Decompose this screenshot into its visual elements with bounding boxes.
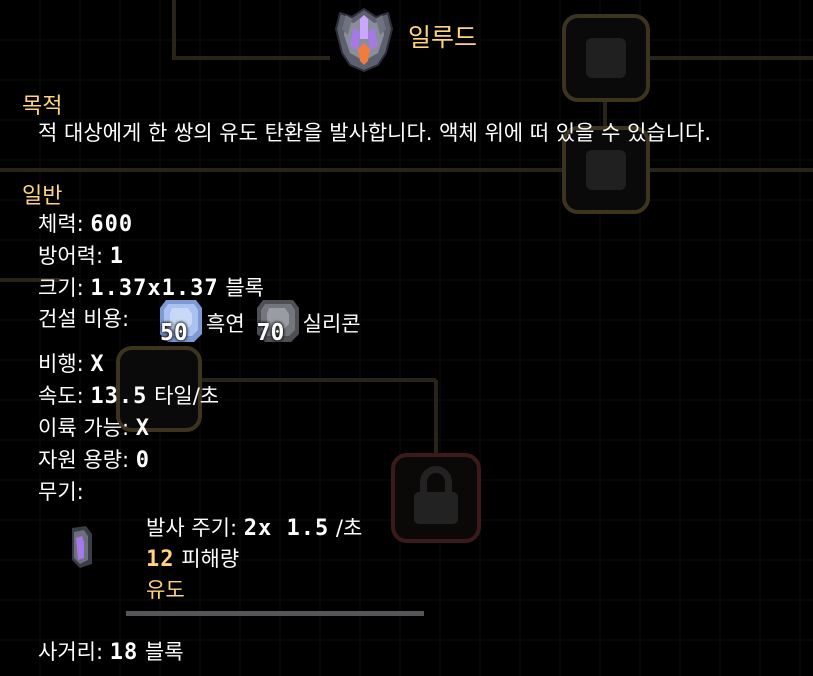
weapon-reload-unit: /초 — [335, 516, 363, 540]
stat-range-unit: 블록 — [144, 640, 184, 664]
stat-flying: 비행: X — [38, 348, 105, 378]
unit-name: 일루드 — [408, 23, 478, 52]
stat-health-value: 600 — [90, 212, 134, 237]
stat-speed-label: 속도: — [38, 384, 84, 408]
stat-range: 사거리: 18 블록 — [38, 636, 184, 666]
stat-health: 체력: 600 — [38, 208, 133, 238]
stat-armor-value: 1 — [109, 244, 124, 269]
weapon-homing: 유도 — [146, 578, 185, 602]
stat-speed-value: 13.5 — [90, 384, 148, 409]
general-header: 일반 — [22, 184, 63, 209]
purpose-description: 적 대상에게 한 쌍의 유도 탄환을 발사합니다. 액체 위에 떠 있을 수 있… — [38, 121, 712, 145]
stat-can-boost-label: 이륙 가능: — [38, 416, 130, 440]
cost-graphite-amount: 50 — [160, 320, 188, 346]
stat-flying-value: X — [90, 352, 105, 377]
weapon-reload-value: 2x 1.5 — [243, 516, 330, 541]
cost-silicon-amount: 70 — [256, 320, 285, 346]
cost-graphite-name: 흑연 — [206, 312, 245, 336]
weapon-reload-label: 발사 주기: — [146, 516, 238, 540]
stat-item-capacity-value: 0 — [135, 448, 150, 473]
stat-armor-label: 방어력: — [38, 244, 104, 268]
stat-can-boost: 이륙 가능: X — [38, 412, 150, 442]
stat-build-cost-label: 건설 비용: — [38, 307, 130, 331]
unit-header: 일루드 — [332, 4, 477, 74]
stat-armor: 방어력: 1 — [38, 240, 124, 270]
stat-weapons-label: 무기: — [38, 480, 84, 504]
stat-range-value: 18 — [109, 640, 139, 665]
weapon-reload: 발사 주기: 2x 1.5 /초 — [146, 512, 362, 542]
build-cost: 50 흑연 70 실리콘 — [158, 298, 371, 346]
weapon-divider — [126, 611, 424, 616]
stat-health-label: 체력: — [38, 212, 84, 236]
stat-speed-unit: 타일/초 — [154, 384, 220, 408]
weapon-damage-label: 피해량 — [181, 547, 240, 571]
stat-range-label: 사거리: — [38, 640, 104, 664]
stat-item-capacity-label: 자원 용량: — [38, 448, 130, 472]
stat-speed: 속도: 13.5 타일/초 — [38, 380, 219, 410]
stat-flying-label: 비행: — [38, 352, 84, 376]
missile-weapon-icon — [72, 526, 92, 568]
unit-info-dialog: 일루드 목적 적 대상에게 한 쌍의 유도 탄환을 발사합니다. 액체 위에 떠… — [0, 0, 813, 676]
cost-item-graphite: 50 — [158, 298, 204, 346]
stat-size-label: 크기: — [38, 276, 84, 300]
stat-size-unit: 블록 — [225, 276, 264, 300]
stat-item-capacity: 자원 용량: 0 — [38, 444, 150, 474]
cost-silicon-name: 실리콘 — [302, 312, 361, 336]
illude-unit-icon — [334, 7, 394, 73]
weapon-damage-value: 12 — [146, 547, 175, 572]
stat-can-boost-value: X — [135, 416, 150, 441]
purpose-header: 목적 — [22, 94, 63, 119]
cost-item-silicon: 70 — [255, 298, 301, 346]
weapon-damage: 12 피해량 — [146, 543, 239, 573]
